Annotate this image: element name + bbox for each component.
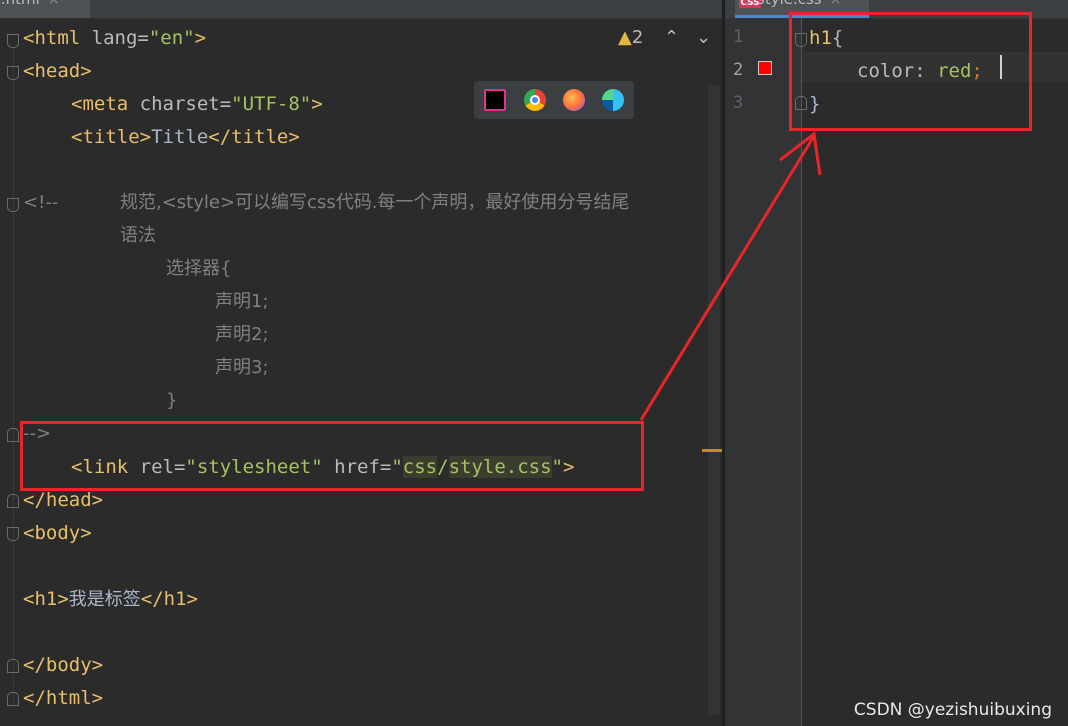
watermark: CSDN @yezishuibuxing (853, 700, 1052, 720)
annotation-arrow (639, 131, 822, 421)
arrow-shaft (639, 135, 816, 421)
arrow-head (779, 131, 822, 176)
